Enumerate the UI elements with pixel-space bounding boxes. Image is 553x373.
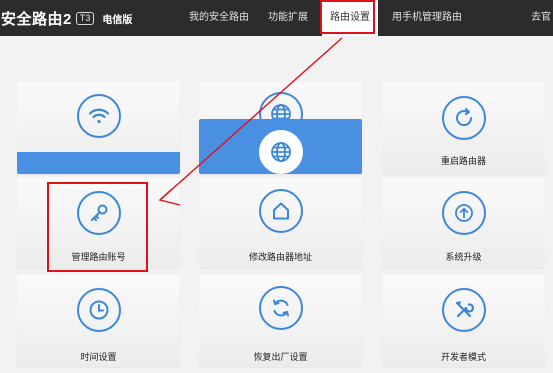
- key-icon: [76, 191, 121, 235]
- tile-change-address[interactable]: 修改路由器地址: [199, 178, 362, 268]
- tile-system-upgrade[interactable]: 系统升级: [382, 178, 545, 268]
- tile-label: 管理路由账号: [71, 252, 126, 262]
- nav-official[interactable]: 去官: [531, 0, 551, 36]
- tile-manage-account[interactable]: 管理路由账号: [17, 178, 180, 268]
- nav-mobile-manage[interactable]: 用手机管理路由: [392, 0, 462, 36]
- tile-developer-mode[interactable]: 开发者模式: [382, 275, 545, 367]
- wifi-icon: [76, 94, 121, 138]
- home-icon: [258, 189, 303, 233]
- tile-label: 开发者模式: [440, 352, 486, 362]
- brand-edition: 电信版: [102, 14, 133, 26]
- nav-extensions[interactable]: 功能扩展: [268, 0, 308, 36]
- tile-time-settings[interactable]: 时间设置: [17, 275, 180, 367]
- globe-icon: [258, 130, 303, 174]
- reset-icon: [258, 286, 303, 330]
- clock-icon: [76, 288, 121, 332]
- tile-wifi-settings[interactable]: [17, 82, 180, 174]
- tile-network-settings-hover[interactable]: [199, 119, 362, 174]
- tile-label: 修改路由器地址: [248, 252, 312, 262]
- refresh-icon: [441, 96, 486, 140]
- nav-router-settings[interactable]: 路由设置: [322, 0, 378, 36]
- tile-label: 时间设置: [80, 352, 117, 362]
- tile-label: 系统升级: [445, 252, 482, 262]
- tile-label: 恢复出厂设置: [253, 352, 308, 362]
- tile-reboot[interactable]: 重启路由器: [382, 82, 545, 174]
- nav-my-router[interactable]: 我的安全路由: [189, 0, 249, 36]
- brand-badge: T3: [75, 11, 95, 25]
- tile-label: 重启路由器: [440, 156, 486, 166]
- brand-logo: 安全路由2 T3 电信版: [0, 0, 132, 36]
- tile-factory-reset[interactable]: 恢复出厂设置: [199, 275, 362, 367]
- selected-highlight-bar: [17, 152, 180, 174]
- arrow-up-icon: [441, 191, 486, 235]
- tools-icon: [441, 288, 486, 332]
- top-bar: 安全路由2 T3 电信版 我的安全路由 功能扩展 路由设置 用手机管理路由 去官: [0, 0, 553, 36]
- brand-name: 安全路由2: [1, 10, 72, 28]
